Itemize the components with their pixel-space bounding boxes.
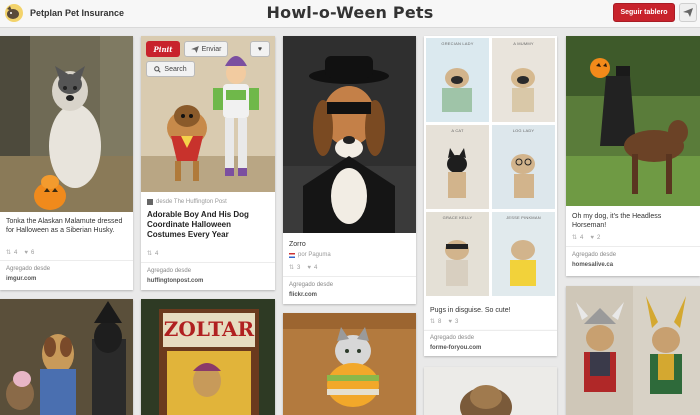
source-label: Agregado desde — [289, 282, 334, 288]
pin-description: Pugs in disguise. So cute! — [430, 307, 511, 314]
board-title: Howl-o-Ween Pets — [266, 3, 434, 22]
source-domain[interactable]: imgur.com — [6, 276, 36, 282]
pin-card-thor-loki[interactable] — [566, 286, 700, 415]
pin-card-pugs[interactable]: GRECIAN LADY A MUMMY A CAT LOG LADY GRAC… — [424, 36, 557, 330]
user-avatar — [289, 252, 295, 258]
divider — [0, 260, 133, 261]
source-label: Agregado desde — [6, 266, 51, 272]
source-label: Agregado desde — [430, 335, 475, 341]
like-icon: ♥ — [307, 264, 311, 271]
pin-stats: ⇅ 8 ♥ 3 — [430, 318, 459, 326]
search-icon — [154, 65, 162, 73]
pin-description: Oh my dog, it's the Headless Horseman! — [572, 213, 662, 229]
pin-image[interactable] — [141, 36, 275, 192]
repin-icon: ⇅ — [572, 235, 578, 241]
share-button[interactable] — [679, 3, 697, 22]
pin-card-sweater-cat[interactable] — [283, 313, 416, 415]
send-button[interactable]: Enviar — [184, 41, 228, 57]
repin-icon: ⇅ — [289, 265, 295, 271]
heart-icon: ♥ — [257, 45, 263, 53]
divider — [566, 246, 700, 247]
source-domain[interactable]: forme-foryou.com — [430, 345, 481, 351]
pin-card-zoltar[interactable]: ZOLTAR — [141, 299, 275, 415]
repin-icon: ⇅ — [430, 319, 436, 325]
visual-search-button[interactable]: Search — [146, 61, 195, 77]
source-label: Agregado desde — [572, 252, 617, 258]
pin-it-button[interactable]: Pinit — [146, 41, 180, 57]
huffington-post-icon — [147, 199, 153, 205]
send-plane-icon — [683, 8, 693, 17]
source-domain[interactable]: huffingtonpost.com — [147, 278, 203, 284]
pin-card-pugs-source[interactable]: Agregado desde forme-foryou.com — [424, 330, 557, 356]
pin-description: Zorro — [289, 241, 306, 248]
pug-caption: GRACE KELLY — [442, 215, 473, 220]
follow-board-button[interactable]: Seguir tablero — [613, 3, 675, 22]
zoltar-sign-text: ZOLTAR — [163, 317, 255, 341]
pin-image[interactable] — [283, 36, 416, 233]
pin-image[interactable] — [283, 313, 416, 415]
pin-description: Adorable Boy And His Dog Coordinate Hall… — [147, 210, 249, 239]
pin-card-fluffy-dog[interactable] — [424, 367, 557, 415]
pin-description: Tonka the Alaskan Malamute dressed for H… — [6, 218, 123, 234]
repin-icon: ⇅ — [6, 250, 12, 256]
like-icon: ♥ — [24, 249, 28, 256]
pin-card-buzz[interactable]: Pinit Enviar ♥ Search desde The Huffingt… — [141, 36, 275, 290]
divider — [424, 330, 557, 331]
pin-card-malamute[interactable]: Tonka the Alaskan Malamute dressed for H… — [0, 36, 133, 290]
divider — [283, 276, 416, 277]
pin-image[interactable] — [566, 36, 700, 206]
pin-stats: ⇅ 3 ♥ 4 — [289, 264, 318, 272]
pin-stats: ⇅ 4 ♥ 2 — [572, 234, 601, 242]
pin-image[interactable] — [424, 367, 557, 415]
pug-caption: LOG LADY — [512, 128, 535, 133]
like-icon: ♥ — [448, 318, 452, 325]
top-bar: Petplan Pet Insurance Howl-o-Ween Pets S… — [0, 0, 700, 28]
via-line: desde The Huffington Post — [147, 199, 269, 205]
pug-caption: A MUMMY — [513, 41, 534, 46]
source-domain[interactable]: homesalive.ca — [572, 262, 613, 268]
pug-caption: JESSE PINKMAN — [506, 215, 541, 220]
source-domain[interactable]: flickr.com — [289, 292, 317, 298]
pin-image[interactable] — [566, 286, 700, 415]
via-line: por Paguma — [289, 252, 410, 258]
pug-caption: A CAT — [451, 128, 464, 133]
pin-card-wizard-of-oz[interactable] — [0, 299, 133, 415]
pin-card-zorro[interactable]: Zorro por Paguma ⇅ 3 ♥ 4 Agregado desde fl… — [283, 36, 416, 304]
pin-image[interactable] — [424, 36, 557, 298]
like-icon: ♥ — [590, 234, 594, 241]
like-button[interactable]: ♥ — [250, 41, 270, 57]
divider — [141, 262, 275, 263]
pin-image[interactable] — [0, 36, 133, 212]
pin-stats: ⇅ 4 ♥ 6 — [6, 249, 35, 257]
pin-image[interactable] — [0, 299, 133, 415]
repin-icon: ⇅ — [147, 251, 153, 257]
source-label: Agregado desde — [147, 268, 192, 274]
pin-stats: ⇅ 4 — [147, 250, 159, 258]
send-plane-icon — [190, 45, 199, 53]
pug-caption: GRECIAN LADY — [441, 41, 474, 46]
pin-card-headless-horseman[interactable]: Oh my dog, it's the Headless Horseman! ⇅… — [566, 36, 700, 276]
